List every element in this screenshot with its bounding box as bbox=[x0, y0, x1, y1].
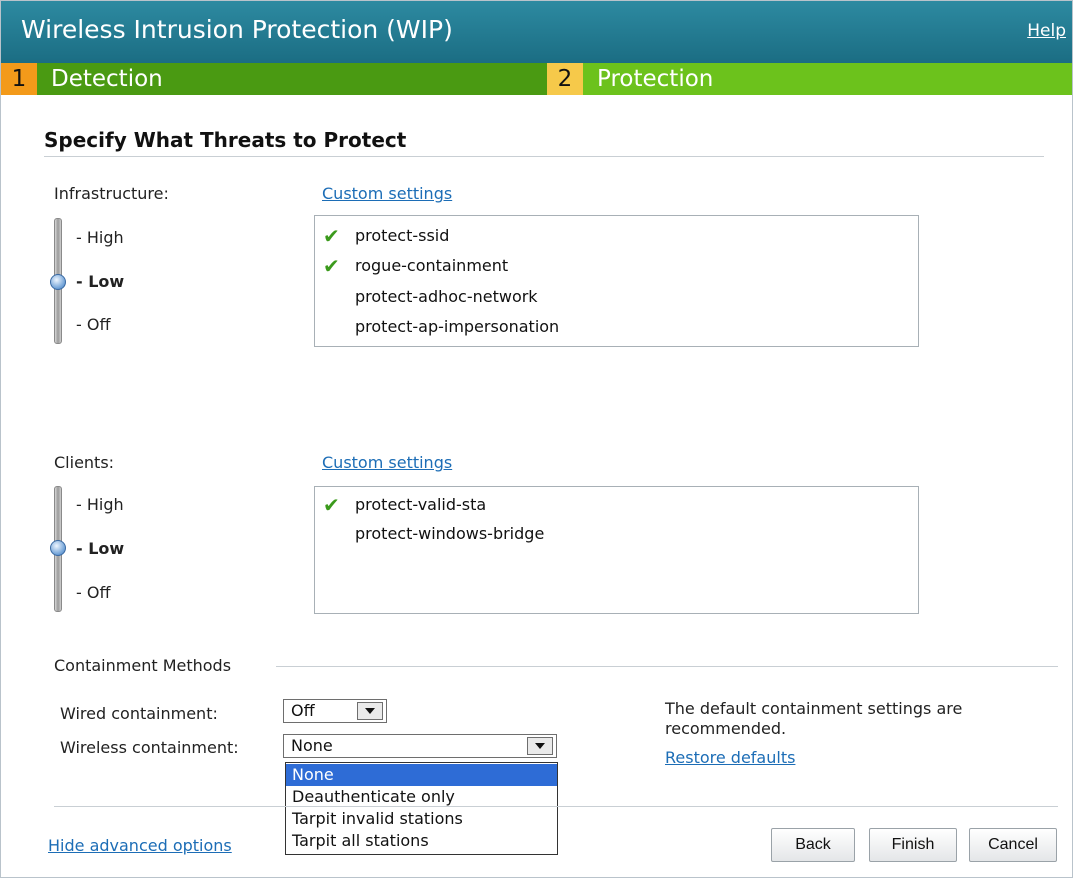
step-detection[interactable]: 1 Detection bbox=[1, 63, 547, 95]
wizard-steps: 1 Detection 2 Protection bbox=[1, 63, 1072, 95]
containment-divider bbox=[276, 666, 1058, 667]
back-button[interactable]: Back bbox=[771, 828, 855, 862]
infrastructure-level-off[interactable]: - Off bbox=[76, 315, 110, 334]
infrastructure-threat-list: ✔ protect-ssid ✔ rogue-containment prote… bbox=[314, 215, 919, 347]
infrastructure-custom-settings-link[interactable]: Custom settings bbox=[322, 184, 452, 203]
wireless-containment-options: None Deauthenticate only Tarpit invalid … bbox=[285, 762, 558, 855]
clients-label: Clients: bbox=[54, 453, 115, 472]
option-tarpit-invalid-stations[interactable]: Tarpit invalid stations bbox=[286, 808, 557, 830]
title-bar: Wireless Intrusion Protection (WIP) Help bbox=[1, 1, 1072, 63]
option-tarpit-all-stations[interactable]: Tarpit all stations bbox=[286, 830, 557, 852]
containment-heading: Containment Methods bbox=[54, 656, 232, 675]
infrastructure-level-low[interactable]: - Low bbox=[76, 272, 124, 291]
option-none[interactable]: None bbox=[286, 764, 557, 786]
wired-containment-label: Wired containment: bbox=[60, 704, 218, 723]
restore-defaults-link[interactable]: Restore defaults bbox=[665, 748, 795, 767]
infrastructure-label: Infrastructure: bbox=[54, 184, 169, 203]
section-title: Specify What Threats to Protect bbox=[44, 128, 407, 152]
checkmark-icon: ✔ bbox=[323, 493, 340, 517]
window-title: Wireless Intrusion Protection (WIP) bbox=[21, 15, 453, 44]
step-label: Detection bbox=[51, 66, 163, 92]
threat-name: protect-windows-bridge bbox=[355, 524, 545, 543]
threat-name: protect-ssid bbox=[355, 226, 450, 245]
hide-advanced-options-link[interactable]: Hide advanced options bbox=[48, 836, 232, 855]
help-link[interactable]: Help bbox=[1027, 21, 1066, 41]
step-number: 1 bbox=[1, 63, 37, 95]
slider-knob[interactable] bbox=[50, 540, 66, 556]
chevron-down-icon[interactable] bbox=[357, 702, 383, 720]
step-label: Protection bbox=[597, 66, 714, 92]
step-protection[interactable]: 2 Protection bbox=[547, 63, 1072, 95]
threat-name: protect-ap-impersonation bbox=[355, 317, 560, 336]
threat-name: protect-adhoc-network bbox=[355, 287, 538, 306]
clients-threat-list: ✔ protect-valid-sta protect-windows-brid… bbox=[314, 486, 919, 614]
clients-level-off[interactable]: - Off bbox=[76, 583, 110, 602]
threat-name: rogue-containment bbox=[355, 256, 509, 275]
slider-knob[interactable] bbox=[50, 274, 66, 290]
checkmark-icon: ✔ bbox=[323, 224, 340, 248]
option-deauthenticate-only[interactable]: Deauthenticate only bbox=[286, 786, 557, 808]
checkmark-icon: ✔ bbox=[323, 254, 340, 278]
wireless-containment-select[interactable]: None bbox=[283, 734, 557, 758]
wireless-containment-value: None bbox=[291, 736, 333, 755]
footer-divider bbox=[54, 806, 1058, 807]
wired-containment-value: Off bbox=[291, 701, 315, 720]
section-divider bbox=[44, 156, 1044, 157]
chevron-down-icon[interactable] bbox=[527, 737, 553, 755]
wireless-containment-label: Wireless containment: bbox=[60, 738, 239, 757]
clients-custom-settings-link[interactable]: Custom settings bbox=[322, 453, 452, 472]
finish-button[interactable]: Finish bbox=[869, 828, 957, 862]
wired-containment-select[interactable]: Off bbox=[283, 699, 387, 723]
clients-level-high[interactable]: - High bbox=[76, 495, 124, 514]
cancel-button[interactable]: Cancel bbox=[969, 828, 1057, 862]
threat-name: protect-valid-sta bbox=[355, 495, 487, 514]
clients-level-low[interactable]: - Low bbox=[76, 539, 124, 558]
default-containment-note: The default containment settings are rec… bbox=[665, 699, 963, 738]
infrastructure-level-high[interactable]: - High bbox=[76, 228, 124, 247]
step-number: 2 bbox=[547, 63, 583, 95]
